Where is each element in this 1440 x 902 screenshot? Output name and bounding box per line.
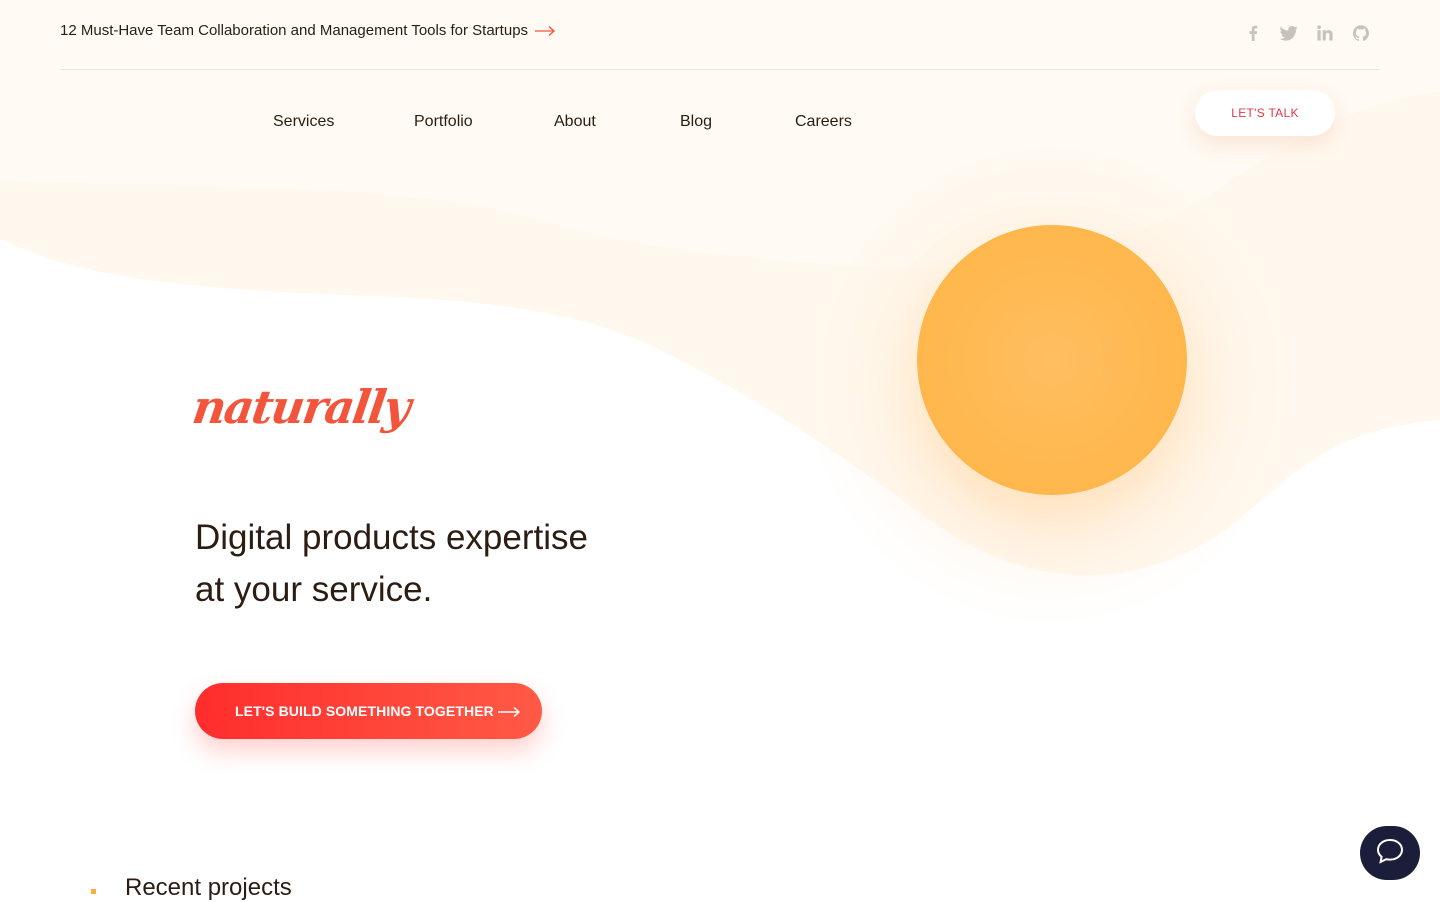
sun-circle — [917, 225, 1187, 495]
top-bar: 12 Must-Have Team Collaboration and Mana… — [60, 0, 1380, 70]
github-icon[interactable] — [1352, 24, 1370, 42]
nav-item-services[interactable]: Services — [273, 113, 334, 131]
nav-item-careers[interactable]: Careers — [795, 113, 852, 131]
linkedin-icon[interactable] — [1316, 24, 1334, 42]
arrow-right-icon — [534, 25, 556, 37]
hero-headline-line2: at your service. — [195, 570, 433, 609]
build-together-button[interactable]: LET'S BUILD SOMETHING TOGETHER — [195, 683, 542, 739]
chat-widget-button[interactable] — [1360, 826, 1420, 880]
nav-item-blog[interactable]: Blog — [680, 113, 712, 131]
hero-headline-line1: Digital products expertise — [195, 518, 588, 557]
facebook-icon[interactable] — [1244, 24, 1262, 42]
section-marker — [91, 889, 96, 894]
arrow-right-icon — [497, 705, 521, 723]
logo-text: naturally — [189, 380, 413, 434]
hero-headline: Digital products expertise at your servi… — [195, 512, 655, 616]
announcement-link[interactable]: 12 Must-Have Team Collaboration and Mana… — [60, 22, 556, 39]
nav-item-portfolio[interactable]: Portfolio — [414, 113, 473, 131]
build-together-label: LET'S BUILD SOMETHING TOGETHER — [235, 703, 494, 719]
nav-item-about[interactable]: About — [554, 113, 596, 131]
lets-talk-button[interactable]: LET'S TALK — [1195, 90, 1335, 136]
announcement-text: 12 Must-Have Team Collaboration and Mana… — [60, 22, 529, 39]
twitter-icon[interactable] — [1280, 24, 1298, 42]
logo[interactable]: naturally — [189, 380, 412, 434]
recent-projects-title: Recent projects — [125, 874, 292, 901]
social-links — [1244, 24, 1370, 42]
chat-bubble-icon — [1375, 837, 1405, 870]
